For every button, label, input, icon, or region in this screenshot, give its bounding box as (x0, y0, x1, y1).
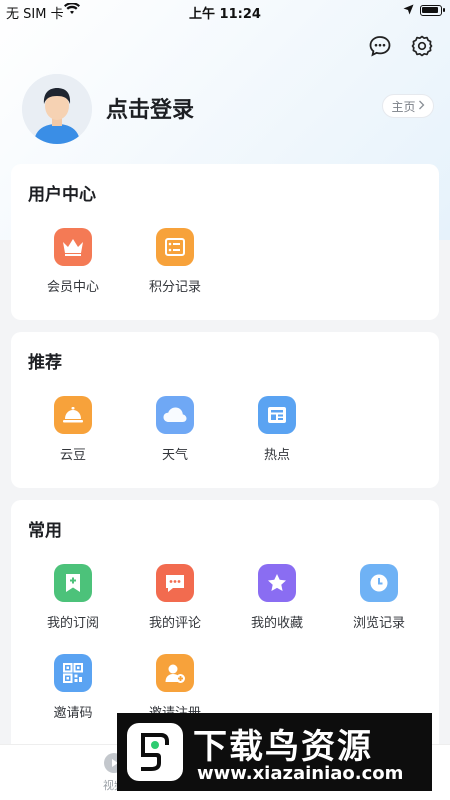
grid-item-points-record[interactable]: 积分记录 (124, 228, 226, 295)
battery-icon (420, 5, 445, 16)
grid-item-my-subscription[interactable]: 我的订阅 (22, 564, 124, 631)
grid-item-my-favorites[interactable]: 我的收藏 (226, 564, 328, 631)
grid-item-my-comments[interactable]: 我的评论 (124, 564, 226, 631)
grid-item-label: 天气 (161, 448, 188, 463)
grid-item-label: 浏览记录 (352, 616, 405, 631)
grid-item-label: 会员中心 (46, 280, 99, 295)
user-center-card: 用户中心 会员中心 积分记录 (11, 164, 439, 320)
home-button[interactable]: 主页 (382, 94, 434, 118)
message-icon[interactable] (368, 34, 392, 58)
user-center-title: 用户中心 (28, 185, 96, 205)
grid-item-label: 积分记录 (148, 280, 201, 295)
grid-item-label: 我的订阅 (46, 616, 99, 631)
chevron-right-icon (418, 99, 425, 113)
common-title: 常用 (28, 521, 62, 541)
profile-header: 点击登录 主页 (22, 74, 434, 146)
watermark-title: 下载鸟资源 (193, 727, 373, 767)
status-bar: 无 SIM 卡 上午 11:24 (0, 0, 450, 22)
avatar[interactable] (22, 74, 92, 144)
watermark-banner: 下载鸟资源 www.xiazainiao.com (117, 713, 432, 791)
grid-item-weather[interactable]: 天气 (124, 396, 226, 463)
clock-time: 上午 11:24 (189, 7, 261, 22)
grid-item-browse-history[interactable]: 浏览记录 (328, 564, 430, 631)
recommend-title: 推荐 (28, 353, 62, 373)
cloud-icon (156, 396, 194, 434)
news-icon (258, 396, 296, 434)
login-link[interactable]: 点击登录 (106, 92, 194, 124)
star-icon (258, 564, 296, 602)
settings-icon[interactable] (410, 34, 434, 58)
grid-item-label: 我的收藏 (250, 616, 303, 631)
grid-item-label: 云豆 (59, 448, 86, 463)
grid-item-label: 热点 (263, 448, 290, 463)
clock-icon (360, 564, 398, 602)
home-button-label: 主页 (391, 99, 416, 114)
crown-icon (54, 228, 92, 266)
grid-item-hot[interactable]: 热点 (226, 396, 328, 463)
grid-item-label: 我的评论 (148, 616, 201, 631)
grid-item-member-center[interactable]: 会员中心 (22, 228, 124, 295)
top-actions (368, 34, 434, 58)
comment-icon (156, 564, 194, 602)
watermark-url: www.xiazainiao.com (197, 763, 404, 784)
points-record-icon (156, 228, 194, 266)
location-arrow-icon (403, 4, 414, 19)
grid-item-label: 邀请码 (53, 706, 93, 721)
recommend-card: 推荐 云豆 天气 热点 (11, 332, 439, 488)
qr-code-icon (54, 654, 92, 692)
grid-item-yundou[interactable]: 云豆 (22, 396, 124, 463)
add-user-icon (156, 654, 194, 692)
grid-item-invite-register[interactable]: 邀请注册 (124, 654, 226, 721)
grid-item-invite-code[interactable]: 邀请码 (22, 654, 124, 721)
service-bell-icon (54, 396, 92, 434)
bird-logo-icon (127, 723, 183, 781)
bookmark-plus-icon (54, 564, 92, 602)
